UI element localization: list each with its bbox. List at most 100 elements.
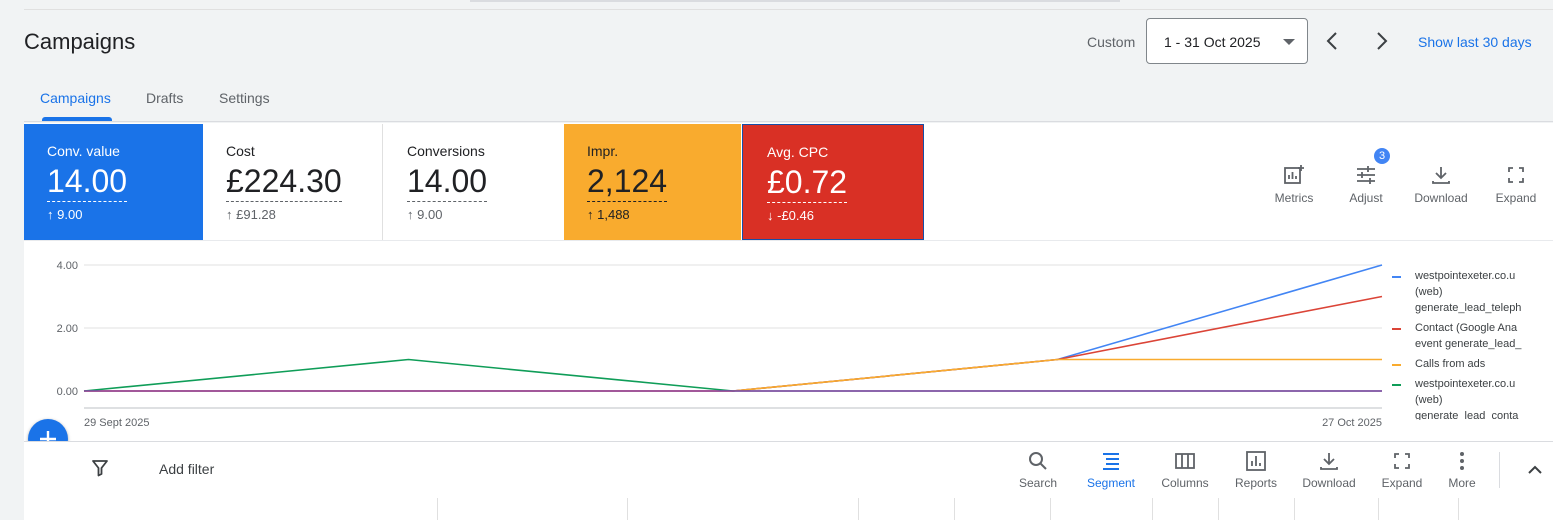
- search-button[interactable]: Search: [1014, 449, 1062, 490]
- y-tick-label: 2.00: [57, 323, 78, 335]
- legend-label: Contact (Google Ana event generate_lead_: [1415, 322, 1522, 350]
- y-tick-label: 0.00: [57, 386, 78, 398]
- line-chart: 4.00 2.00 0.00 29 Sept 2025 27 Oct 2025: [57, 260, 1383, 429]
- legend-swatch: [1392, 276, 1401, 278]
- download-label: Download: [1302, 476, 1356, 490]
- chevron-up-icon[interactable]: [1526, 461, 1544, 479]
- legend-label: westpointexeter.co.u (web) generate_lead…: [1415, 378, 1519, 420]
- legend-swatch: [1392, 364, 1401, 366]
- legend-item[interactable]: westpointexeter.co.u (web) generate_lead…: [1392, 376, 1532, 420]
- table-expand-button[interactable]: Expand: [1378, 449, 1426, 490]
- expand-icon: [1390, 449, 1414, 473]
- top-divider: [24, 9, 1553, 10]
- adjust-icon: [1354, 163, 1378, 187]
- columns-label: Columns: [1161, 476, 1209, 490]
- reports-label: Reports: [1234, 476, 1278, 490]
- legend-swatch: [1392, 328, 1401, 330]
- column-divider: [627, 498, 628, 520]
- scorecard-label: Impr.: [587, 143, 619, 159]
- column-divider: [1458, 498, 1459, 520]
- series-line: [84, 358, 1382, 392]
- metrics-label: Metrics: [1274, 191, 1314, 205]
- arrow-up-icon: ↑: [407, 207, 418, 222]
- segment-icon: [1099, 449, 1123, 473]
- date-range-value: 1 - 31 Oct 2025: [1164, 34, 1261, 50]
- adjust-badge: 3: [1374, 148, 1390, 164]
- column-divider: [1294, 498, 1295, 520]
- legend-item[interactable]: Calls from ads: [1392, 356, 1532, 372]
- scorecard-delta: ↑ 1,488: [587, 207, 630, 222]
- chevron-right-icon[interactable]: [1370, 30, 1392, 52]
- segment-label: Segment: [1086, 476, 1136, 490]
- chart-download-button[interactable]: Download: [1410, 163, 1472, 205]
- top-shadow: [470, 0, 1120, 2]
- add-filter-button[interactable]: Add filter: [159, 461, 214, 477]
- legend-swatch: [1392, 384, 1401, 386]
- filter-icon[interactable]: [91, 459, 109, 477]
- scorecard-value: £224.30: [226, 162, 342, 202]
- columns-button[interactable]: Columns: [1157, 449, 1213, 490]
- expand-label: Expand: [1381, 476, 1423, 490]
- toolbar-divider: [1499, 452, 1500, 488]
- more-vert-icon: [1450, 449, 1474, 473]
- search-label: Search: [1018, 476, 1058, 490]
- scorecard-cost[interactable]: Cost £224.30 ↑ £91.28: [203, 124, 383, 240]
- legend-label: Calls from ads: [1415, 358, 1486, 370]
- scorecard-label: Conv. value: [47, 143, 120, 159]
- scorecard-delta: ↓ -£0.46: [767, 208, 814, 223]
- legend-item[interactable]: westpointexeter.co.u (web) generate_lead…: [1392, 268, 1532, 316]
- scorecard-value: 14.00: [47, 162, 128, 202]
- column-divider: [1152, 498, 1153, 520]
- chart-expand-button[interactable]: Expand: [1492, 163, 1540, 205]
- tab-drafts[interactable]: Drafts: [146, 90, 183, 106]
- metrics-button[interactable]: Metrics: [1270, 163, 1318, 205]
- arrow-down-icon: ↓: [767, 208, 778, 223]
- search-icon: [1026, 449, 1050, 473]
- scorecard-value: £0.72: [767, 163, 848, 203]
- scorecard-conv-value[interactable]: Conv. value 14.00 ↑ 9.00: [24, 124, 203, 240]
- scorecard-delta: ↑ 9.00: [47, 207, 83, 222]
- more-button[interactable]: More: [1442, 449, 1482, 490]
- tab-campaigns[interactable]: Campaigns: [40, 90, 111, 106]
- legend-label: westpointexeter.co.u (web) generate_lead…: [1415, 270, 1522, 314]
- metrics-icon: [1282, 163, 1306, 187]
- scorecard-avg-cpc[interactable]: Avg. CPC £0.72 ↓ -£0.46: [742, 124, 924, 240]
- column-divider: [1378, 498, 1379, 520]
- arrow-up-icon: ↑: [587, 207, 598, 222]
- scorecard-label: Cost: [226, 143, 255, 159]
- scorecard-impressions[interactable]: Impr. 2,124 ↑ 1,488: [564, 124, 741, 240]
- segment-button[interactable]: Segment: [1082, 449, 1140, 490]
- download-icon: [1429, 163, 1453, 187]
- tabs-divider: [24, 121, 1553, 122]
- scorecard-conversions[interactable]: Conversions 14.00 ↑ 9.00: [384, 124, 564, 240]
- column-divider: [954, 498, 955, 520]
- scorecard-label: Avg. CPC: [767, 144, 829, 160]
- series-line: [84, 295, 1383, 392]
- more-label: More: [1448, 476, 1476, 490]
- column-divider: [858, 498, 859, 520]
- arrow-up-icon: ↑: [226, 207, 237, 222]
- download-label: Download: [1414, 191, 1468, 205]
- page-title: Campaigns: [24, 29, 136, 54]
- tab-settings[interactable]: Settings: [219, 90, 270, 106]
- column-divider: [437, 498, 438, 520]
- reports-button[interactable]: Reports: [1230, 449, 1282, 490]
- date-preset-label: Custom: [1087, 34, 1136, 50]
- caret-down-icon: [1283, 39, 1295, 45]
- legend-item[interactable]: Contact (Google Ana event generate_lead_: [1392, 320, 1532, 352]
- scorecard-delta: ↑ 9.00: [407, 207, 443, 222]
- expand-icon: [1504, 163, 1528, 187]
- show-last-30-days-link[interactable]: Show last 30 days: [1418, 34, 1532, 50]
- scorecard-delta: ↑ £91.28: [226, 207, 276, 222]
- table-header: [24, 498, 1553, 520]
- reports-icon: [1244, 449, 1268, 473]
- chevron-left-icon[interactable]: [1322, 30, 1344, 52]
- table-download-button[interactable]: Download: [1298, 449, 1360, 490]
- column-divider: [1218, 498, 1219, 520]
- adjust-button[interactable]: Adjust: [1342, 163, 1390, 205]
- scorecard-value: 2,124: [587, 162, 668, 202]
- y-tick-label: 4.00: [57, 260, 78, 272]
- expand-label: Expand: [1495, 191, 1537, 205]
- scorecard-label: Conversions: [407, 143, 485, 159]
- date-range-select[interactable]: 1 - 31 Oct 2025: [1146, 18, 1308, 64]
